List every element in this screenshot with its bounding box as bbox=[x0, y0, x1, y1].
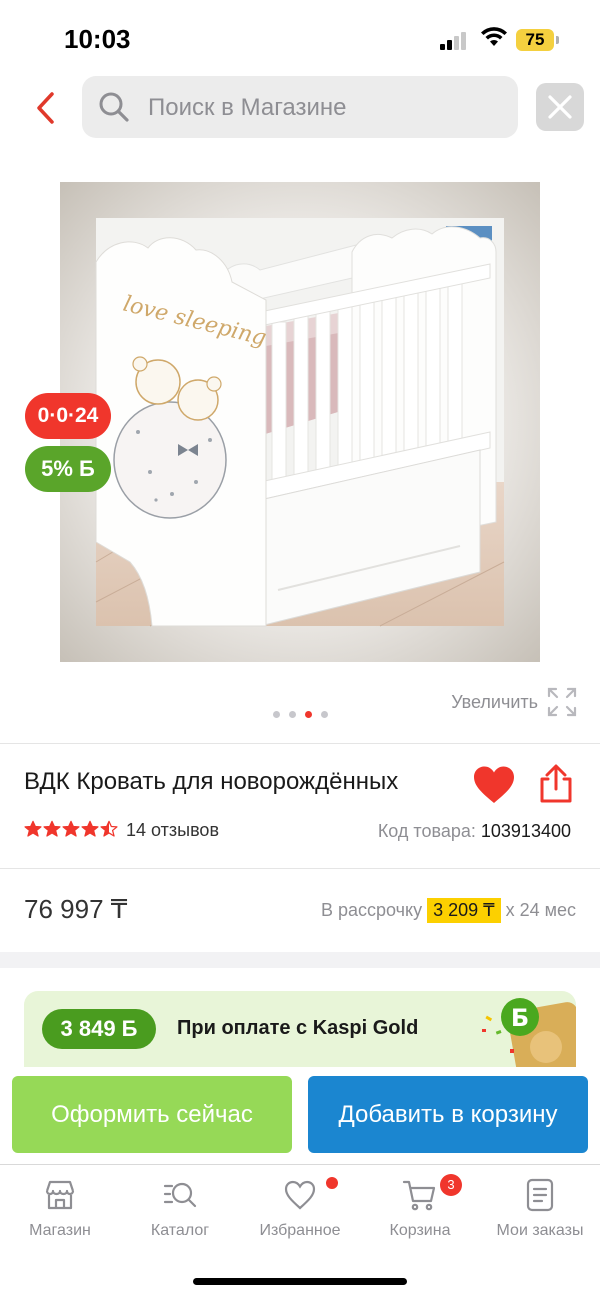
search-input[interactable]: Поиск в Магазине bbox=[82, 76, 518, 138]
installment-badge: 0·0·24 bbox=[25, 393, 111, 439]
tab-label: Корзина bbox=[389, 1222, 451, 1239]
star-icon bbox=[62, 820, 80, 837]
zoom-button[interactable]: Увеличить bbox=[451, 686, 578, 718]
kaspi-gold-card-icon: Б bbox=[482, 998, 576, 1067]
favorites-indicator-dot bbox=[326, 1177, 338, 1189]
battery-icon: 75 bbox=[516, 29, 554, 51]
tab-favorites[interactable]: Избранное bbox=[240, 1177, 360, 1247]
clear-search-button[interactable] bbox=[536, 83, 584, 131]
reviews-link[interactable]: 14 отзывов bbox=[126, 820, 219, 841]
product-image[interactable]: love sleeping bbox=[60, 182, 540, 662]
gold-bonus-badge: 3 849 Б bbox=[42, 1009, 156, 1049]
status-time: 10:03 bbox=[64, 24, 131, 54]
product-title: ВДК Кровать для новорождённых bbox=[24, 768, 399, 795]
star-icon bbox=[100, 820, 118, 837]
installment-label: В рассрочку bbox=[320, 900, 423, 920]
home-indicator bbox=[193, 1278, 407, 1285]
expand-icon bbox=[547, 687, 577, 717]
zoom-label: Увеличить bbox=[451, 691, 538, 712]
price: 76 997 ₸ bbox=[24, 894, 128, 924]
chevron-left-icon bbox=[37, 92, 54, 124]
star-icon bbox=[81, 820, 99, 837]
star-icon bbox=[43, 820, 61, 837]
cart-icon bbox=[402, 1180, 436, 1211]
wifi-icon bbox=[481, 27, 507, 46]
tab-label: Магазин bbox=[29, 1222, 91, 1239]
installment-info[interactable]: В рассрочку 3 209 ₸ х 24 мес bbox=[321, 898, 576, 923]
store-icon bbox=[45, 1180, 75, 1210]
product-code: Код товара: 103913400 bbox=[378, 821, 571, 842]
rating-stars bbox=[24, 820, 118, 838]
close-icon bbox=[548, 95, 572, 119]
pager-dot[interactable] bbox=[273, 711, 280, 718]
image-pager bbox=[273, 711, 328, 718]
bonus-badge: 5% Б bbox=[25, 446, 111, 492]
tab-store[interactable]: Магазин bbox=[0, 1177, 120, 1247]
heart-filled-icon[interactable] bbox=[472, 765, 516, 805]
section-separator bbox=[0, 952, 600, 968]
checkout-button[interactable]: Оформить сейчас bbox=[12, 1076, 292, 1153]
pager-dot[interactable] bbox=[305, 711, 312, 718]
add-to-cart-button[interactable]: Добавить в корзину bbox=[308, 1076, 588, 1153]
divider bbox=[0, 868, 600, 869]
search-icon bbox=[99, 92, 129, 122]
kaspi-gold-banner[interactable]: 3 849 Б При оплате с Kaspi Gold Б bbox=[24, 991, 576, 1067]
bonus-coin-letter: Б bbox=[511, 1004, 529, 1032]
catalog-search-icon bbox=[163, 1182, 197, 1208]
tab-label: Мои заказы bbox=[496, 1222, 584, 1239]
installment-term: х 24 мес bbox=[505, 900, 576, 920]
gold-text: При оплате с Kaspi Gold bbox=[177, 1017, 419, 1039]
product-code-label: Код товара: bbox=[377, 821, 476, 841]
star-icon bbox=[24, 820, 42, 837]
divider bbox=[0, 743, 600, 744]
tab-catalog[interactable]: Каталог bbox=[120, 1177, 240, 1247]
search-placeholder: Поиск в Магазине bbox=[148, 94, 347, 121]
pager-dot[interactable] bbox=[289, 711, 296, 718]
pager-dot[interactable] bbox=[321, 711, 328, 718]
installment-amount: 3 209 ₸ bbox=[427, 898, 501, 923]
cellular-signal-icon bbox=[440, 30, 470, 50]
tab-label: Избранное bbox=[259, 1222, 341, 1239]
tab-orders[interactable]: Мои заказы bbox=[480, 1177, 600, 1247]
orders-list-icon bbox=[526, 1178, 554, 1212]
share-icon[interactable] bbox=[536, 763, 576, 805]
back-button[interactable] bbox=[28, 86, 62, 130]
battery-tip bbox=[556, 36, 559, 44]
product-code-value: 103913400 bbox=[480, 821, 571, 841]
tab-label: Каталог bbox=[150, 1222, 210, 1239]
tab-cart[interactable]: 3 Корзина bbox=[360, 1174, 480, 1247]
status-bar: 10:03 75 bbox=[0, 0, 600, 70]
cart-count-badge: 3 bbox=[440, 1174, 462, 1196]
heart-outline-icon bbox=[284, 1180, 316, 1210]
